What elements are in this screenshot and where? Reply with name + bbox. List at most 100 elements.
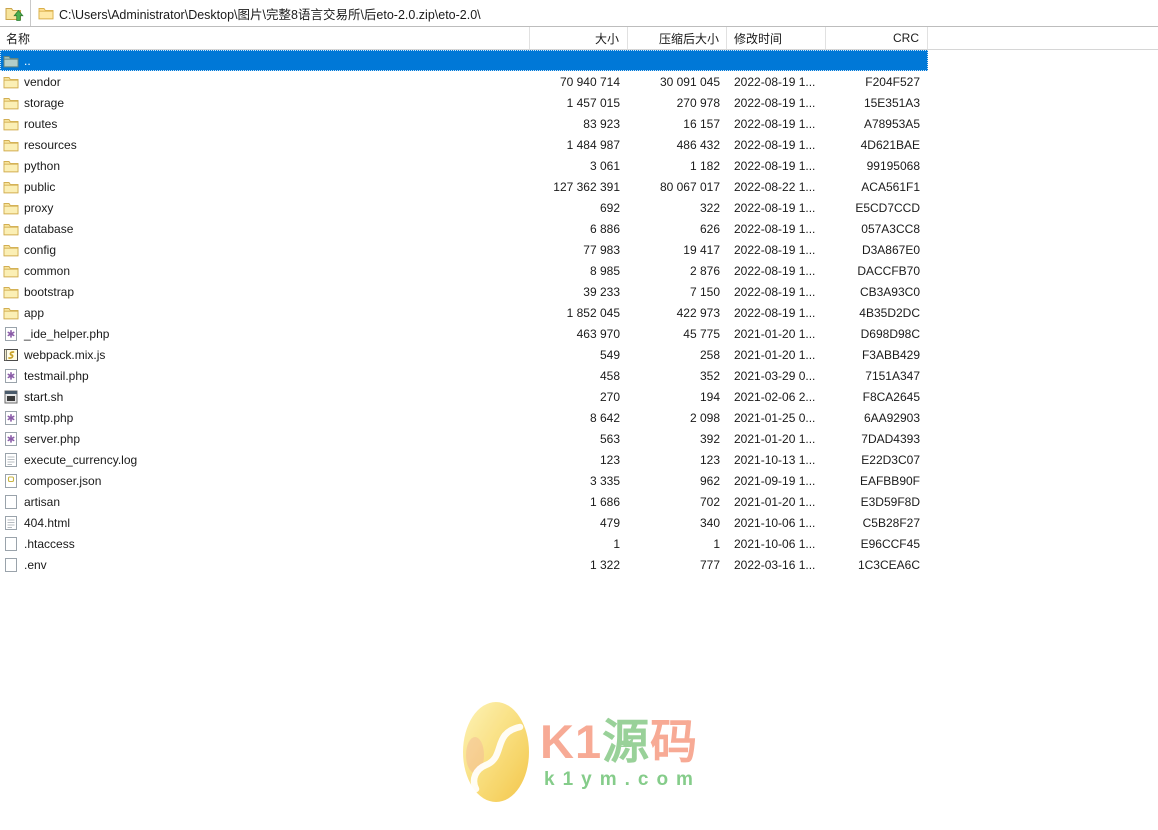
packed-size: 16 157 [683, 116, 720, 131]
crc-value: 15E351A3 [863, 95, 920, 110]
modified-time: 2021-01-20 1... [734, 347, 816, 362]
column-header-row: 名称 大小 压缩后大小 修改时间 CRC [0, 27, 1158, 50]
file-name: _ide_helper.php [24, 326, 110, 341]
crown-icon [618, 705, 634, 757]
modified-time: 2021-10-06 1... [734, 536, 816, 551]
file-size: 70 940 714 [559, 74, 620, 89]
file-size: 1 322 [589, 557, 620, 572]
file-size: 1 484 987 [566, 137, 620, 152]
column-header-packed[interactable]: 压缩后大小 [628, 27, 727, 49]
packed-size: 322 [699, 200, 720, 215]
crc-value: 4B35D2DC [859, 305, 920, 320]
column-header-name[interactable]: 名称 [0, 27, 530, 49]
up-level-button[interactable] [0, 0, 31, 26]
crc-value: D3A867E0 [861, 242, 920, 257]
table-row[interactable]: smtp.php 8 642 2 098 2021-01-25 0... 6AA… [0, 407, 928, 428]
column-header-crc[interactable]: CRC [826, 27, 928, 49]
modified-time: 2021-01-20 1... [734, 494, 816, 509]
folder-icon [3, 179, 19, 195]
table-row[interactable]: composer.json 3 335 962 2021-09-19 1... … [0, 470, 928, 491]
table-row[interactable]: _ide_helper.php 463 970 45 775 2021-01-2… [0, 323, 928, 344]
php-file-icon [3, 410, 19, 426]
crc-value: DACCFB70 [857, 263, 920, 278]
packed-size: 962 [699, 473, 720, 488]
file-icon [3, 494, 19, 510]
table-row[interactable]: common 8 985 2 876 2022-08-19 1... DACCF… [0, 260, 928, 281]
table-row[interactable]: .htaccess 1 1 2021-10-06 1... E96CCF45 [0, 533, 928, 554]
table-row[interactable]: .env 1 322 777 2022-03-16 1... 1C3CEA6C [0, 554, 928, 575]
folder-icon [3, 221, 19, 237]
packed-size: 422 973 [676, 305, 720, 320]
file-size: 8 642 [589, 410, 620, 425]
packed-size: 702 [699, 494, 720, 509]
table-row[interactable]: 404.html 479 340 2021-10-06 1... C5B28F2… [0, 512, 928, 533]
crc-value: 057A3CC8 [861, 221, 920, 236]
folder-icon [3, 158, 19, 174]
folder-icon [3, 95, 19, 111]
crc-value: 6AA92903 [863, 410, 920, 425]
file-size: 3 335 [589, 473, 620, 488]
modified-time: 2021-10-13 1... [734, 452, 816, 467]
table-row[interactable]: vendor 70 940 714 30 091 045 2022-08-19 … [0, 71, 928, 92]
packed-size: 352 [699, 368, 720, 383]
crc-value: E22D3C07 [861, 452, 920, 467]
table-row[interactable]: app 1 852 045 422 973 2022-08-19 1... 4B… [0, 302, 928, 323]
modified-time: 2022-08-22 1... [734, 179, 816, 194]
modified-time: 2022-08-19 1... [734, 95, 816, 110]
table-row[interactable]: server.php 563 392 2021-01-20 1... 7DAD4… [0, 428, 928, 449]
table-row[interactable]: database 6 886 626 2022-08-19 1... 057A3… [0, 218, 928, 239]
table-row[interactable]: python 3 061 1 182 2022-08-19 1... 99195… [0, 155, 928, 176]
column-header-size[interactable]: 大小 [530, 27, 628, 49]
crc-value: C5B28F27 [862, 515, 920, 530]
file-name: proxy [24, 200, 54, 215]
file-name: common [24, 263, 71, 278]
folder-icon [3, 200, 19, 216]
packed-size: 258 [699, 347, 720, 362]
column-header-modified[interactable]: 修改时间 [727, 27, 826, 49]
crc-value: D698D98C [860, 326, 920, 341]
file-icon [3, 557, 19, 573]
file-size: 692 [599, 200, 620, 215]
table-row[interactable]: proxy 692 322 2022-08-19 1... E5CD7CCD [0, 197, 928, 218]
watermark-yuan: 源 [602, 715, 650, 768]
file-name: artisan [24, 494, 61, 509]
table-row[interactable]: resources 1 484 987 486 432 2022-08-19 1… [0, 134, 928, 155]
file-icon [3, 536, 19, 552]
table-row[interactable]: artisan 1 686 702 2021-01-20 1... E3D59F… [0, 491, 928, 512]
file-name: bootstrap [24, 284, 75, 299]
file-size: 123 [599, 452, 620, 467]
modified-time: 2022-08-19 1... [734, 116, 816, 131]
crc-value: E5CD7CCD [855, 200, 920, 215]
table-row[interactable]: .. [0, 50, 928, 71]
modified-time: 2022-08-19 1... [734, 263, 816, 278]
table-row[interactable]: config 77 983 19 417 2022-08-19 1... D3A… [0, 239, 928, 260]
table-row[interactable]: testmail.php 458 352 2021-03-29 0... 715… [0, 365, 928, 386]
modified-time: 2022-08-19 1... [734, 200, 816, 215]
table-row[interactable]: routes 83 923 16 157 2022-08-19 1... A78… [0, 113, 928, 134]
file-size: 1 [613, 536, 620, 551]
file-size: 458 [599, 368, 620, 383]
table-row[interactable]: bootstrap 39 233 7 150 2022-08-19 1... C… [0, 281, 928, 302]
php-file-icon [3, 326, 19, 342]
modified-time: 2021-01-20 1... [734, 431, 816, 446]
file-size: 39 233 [583, 284, 620, 299]
file-size: 3 061 [589, 158, 620, 173]
k1ym-logo-egg-icon [462, 701, 530, 806]
file-size: 6 886 [589, 221, 620, 236]
modified-time: 2022-08-19 1... [734, 74, 816, 89]
file-name: config [24, 242, 57, 257]
file-size: 83 923 [583, 116, 620, 131]
table-row[interactable]: storage 1 457 015 270 978 2022-08-19 1..… [0, 92, 928, 113]
table-row[interactable]: public 127 362 391 80 067 017 2022-08-22… [0, 176, 928, 197]
modified-time: 2021-01-25 0... [734, 410, 816, 425]
modified-time: 2021-01-20 1... [734, 326, 816, 341]
address-bar[interactable]: C:\Users\Administrator\Desktop\图片\完整8语言交… [31, 0, 1158, 26]
table-row[interactable]: start.sh 270 194 2021-02-06 2... F8CA264… [0, 386, 928, 407]
table-row[interactable]: execute_currency.log 123 123 2021-10-13 … [0, 449, 928, 470]
watermark: K1 源码 k1ym.com [462, 701, 701, 806]
file-name: webpack.mix.js [24, 347, 106, 362]
table-row[interactable]: webpack.mix.js 549 258 2021-01-20 1... F… [0, 344, 928, 365]
packed-size: 19 417 [683, 242, 720, 257]
modified-time: 2021-10-06 1... [734, 515, 816, 530]
file-name: server.php [24, 431, 81, 446]
